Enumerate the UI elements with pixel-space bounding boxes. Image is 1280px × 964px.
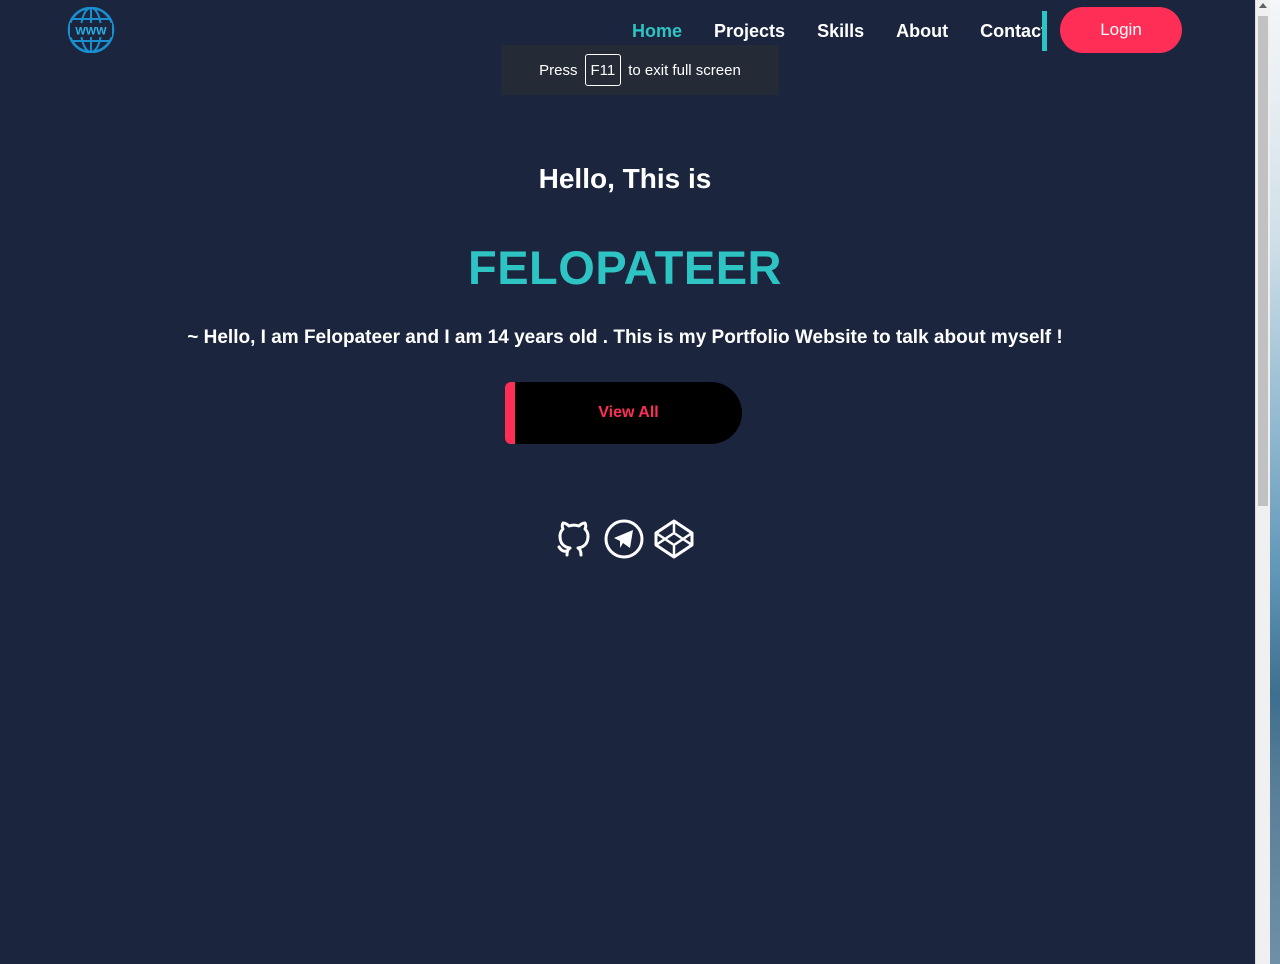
nav-home[interactable]: Home [632, 19, 682, 43]
fullscreen-toast: Press F11 to exit full screen [501, 45, 779, 95]
login-button[interactable]: Login [1060, 7, 1182, 53]
hero-tagline: ~ Hello, I am Felopateer and I am 14 yea… [187, 327, 1063, 348]
vertical-scrollbar[interactable] [1255, 0, 1270, 964]
hero-greeting: Hello, This is [538, 163, 712, 194]
toast-key: F11 [584, 54, 622, 86]
scrollbar-thumb[interactable] [1258, 16, 1268, 506]
logo-text: WWW [75, 26, 107, 38]
telegram-icon[interactable] [603, 518, 645, 560]
nav-skills[interactable]: Skills [817, 19, 864, 43]
view-all-button[interactable]: View All [505, 382, 742, 444]
hero-name: FELOPATEER [468, 241, 782, 294]
nav-divider [1042, 11, 1047, 51]
globe-logo-icon[interactable]: WWW [66, 6, 116, 54]
desktop-background-strip [1270, 0, 1280, 964]
nav-contact[interactable]: Contact [980, 19, 1047, 43]
nav-about[interactable]: About [896, 19, 948, 43]
scroll-up-arrow-icon[interactable] [1259, 3, 1267, 8]
social-links [553, 518, 695, 560]
github-icon[interactable] [553, 518, 595, 560]
main-nav: Home Projects Skills About Contact [632, 19, 1047, 43]
nav-projects[interactable]: Projects [714, 19, 785, 43]
toast-prefix: Press [539, 61, 578, 79]
toast-suffix: to exit full screen [628, 61, 741, 79]
codepen-icon[interactable] [653, 518, 695, 560]
page: WWW Home Projects Skills About Contact L… [0, 0, 1255, 964]
